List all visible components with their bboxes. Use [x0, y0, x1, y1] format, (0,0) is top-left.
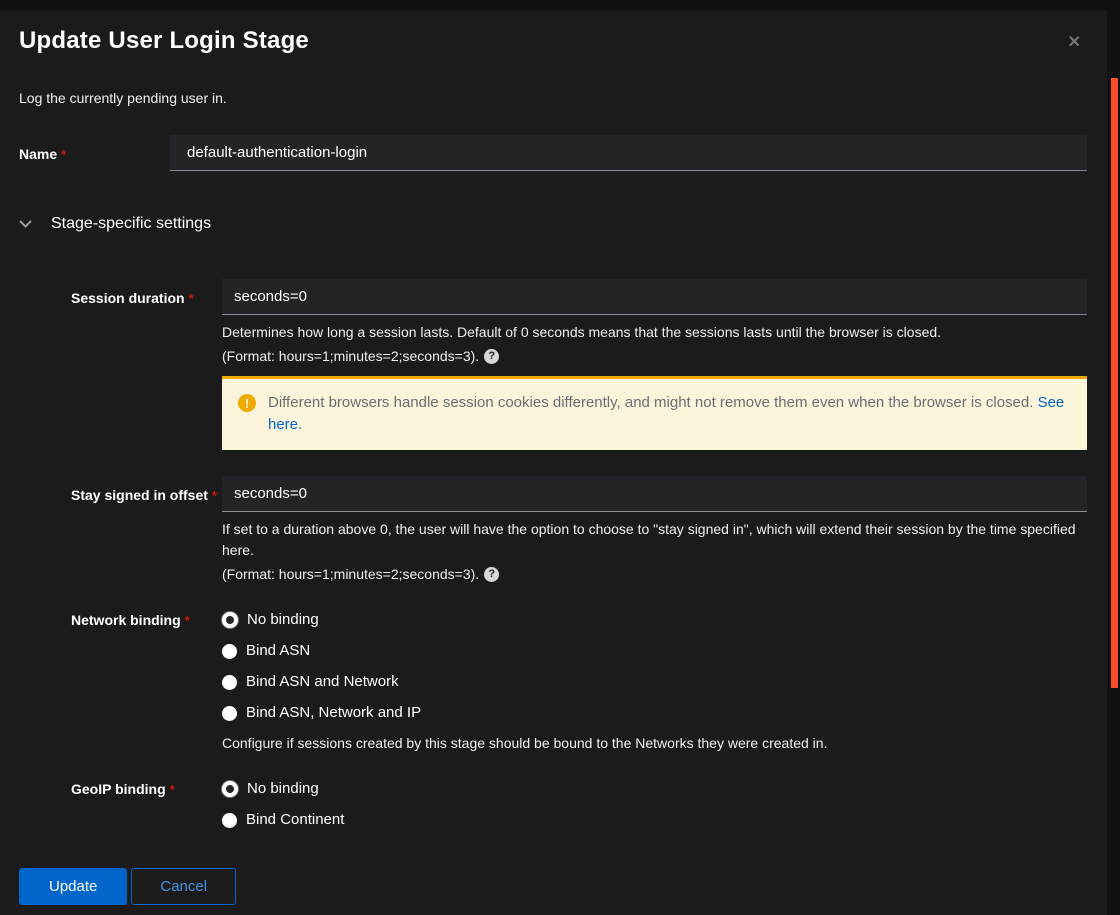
session-cookie-warning-alert: ! Different browsers handle session cook… [222, 376, 1087, 450]
session-duration-form-group: Session duration* Determines how long a … [71, 279, 1087, 450]
modal-footer: Update Cancel [19, 868, 1087, 905]
stage-specific-settings-expander[interactable]: Stage-specific settings [19, 215, 1087, 233]
geoip-binding-form-group: GeoIP binding* No binding Bind Continent [71, 780, 1087, 842]
session-duration-help: Determines how long a session lasts. Def… [222, 322, 1087, 343]
scrollbar-track[interactable] [1107, 0, 1120, 915]
network-binding-label: Network binding* [71, 611, 222, 630]
expander-content: Session duration* Determines how long a … [71, 279, 1087, 842]
radio-unselected-icon[interactable] [222, 644, 237, 659]
cancel-button[interactable]: Cancel [131, 868, 236, 905]
network-binding-help: Configure if sessions created by this st… [222, 733, 1087, 754]
update-user-login-stage-modal: Update User Login Stage ✕ Log the curren… [0, 10, 1107, 905]
required-asterisk: * [185, 613, 190, 628]
close-icon[interactable]: ✕ [1062, 31, 1087, 55]
name-label: Name* [19, 135, 170, 164]
session-duration-format-hint: (Format: hours=1;minutes=2;seconds=3). ? [222, 346, 1087, 367]
chevron-down-icon [19, 220, 51, 229]
modal-description: Log the currently pending user in. [19, 90, 1087, 106]
stay-signed-in-offset-input[interactable] [222, 476, 1087, 512]
network-binding-form-group: Network binding* No binding Bind ASN Bin… [71, 611, 1087, 754]
radio-option-bind-asn-network[interactable]: Bind ASN and Network [222, 673, 1087, 691]
warning-text: Different browsers handle session cookie… [268, 392, 1071, 436]
radio-option-bind-continent[interactable]: Bind Continent [222, 811, 1087, 829]
help-question-icon[interactable]: ? [484, 349, 499, 364]
geoip-binding-label: GeoIP binding* [71, 780, 222, 799]
help-question-icon[interactable]: ? [484, 567, 499, 582]
page-title: Update User Login Stage [19, 27, 309, 55]
required-asterisk: * [61, 147, 66, 162]
radio-option-bind-asn[interactable]: Bind ASN [222, 642, 1087, 660]
radio-selected-icon[interactable] [222, 781, 238, 797]
radio-option-no-binding[interactable]: No binding [222, 611, 1087, 629]
stay-signed-in-offset-format-hint: (Format: hours=1;minutes=2;seconds=3). ? [222, 564, 1087, 585]
name-form-group: Name* [19, 135, 1087, 171]
stay-signed-in-offset-help: If set to a duration above 0, the user w… [222, 519, 1087, 561]
radio-option-bind-asn-network-ip[interactable]: Bind ASN, Network and IP [222, 704, 1087, 722]
required-asterisk: * [170, 782, 175, 797]
modal-header: Update User Login Stage ✕ [19, 27, 1087, 55]
required-asterisk: * [212, 488, 217, 503]
stay-signed-in-offset-label: Stay signed in offset* [71, 476, 222, 505]
backdrop-top-strip [0, 0, 1120, 10]
session-duration-label: Session duration* [71, 279, 222, 308]
stay-signed-in-offset-form-group: Stay signed in offset* If set to a durat… [71, 476, 1087, 585]
update-button[interactable]: Update [19, 868, 127, 905]
radio-unselected-icon[interactable] [222, 706, 237, 721]
radio-unselected-icon[interactable] [222, 813, 237, 828]
radio-unselected-icon[interactable] [222, 675, 237, 690]
warning-icon: ! [238, 394, 256, 412]
expander-label: Stage-specific settings [51, 215, 211, 233]
name-input[interactable] [170, 135, 1087, 171]
scrollbar-thumb[interactable] [1111, 78, 1118, 688]
radio-selected-icon[interactable] [222, 612, 238, 628]
radio-option-geoip-no-binding[interactable]: No binding [222, 780, 1087, 798]
session-duration-input[interactable] [222, 279, 1087, 315]
required-asterisk: * [189, 291, 194, 306]
